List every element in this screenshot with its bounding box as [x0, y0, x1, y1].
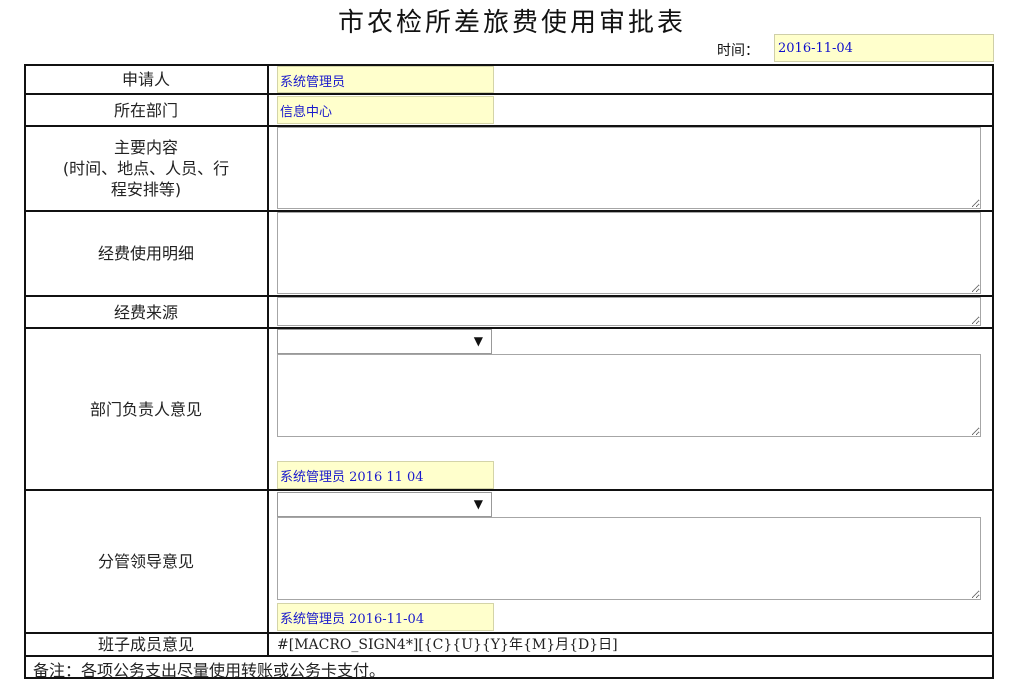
dept-head-label: 部门负责人意见	[89, 399, 202, 419]
team-macro-text: #[MACRO_SIGN4*][{C}{U}{Y}年{M}月{D}日]	[277, 637, 618, 653]
leader-signature: 系统管理员 2016-11-04	[277, 603, 494, 631]
content-textarea[interactable]	[277, 127, 981, 209]
fund-source-textarea[interactable]	[277, 297, 981, 326]
leader-label: 分管领导意见	[97, 552, 194, 571]
department-label: 所在部门	[113, 100, 178, 120]
dept-head-select[interactable]: ▼	[277, 329, 492, 354]
content-label-line: 主要内容	[113, 138, 178, 157]
dept-head-textarea[interactable]	[277, 354, 981, 437]
leader-textarea[interactable]	[277, 517, 981, 600]
expense-detail-label: 经费使用明细	[97, 244, 194, 263]
column-divider	[267, 64, 269, 655]
dropdown-arrow-icon: ▼	[473, 497, 483, 511]
leader-select[interactable]: ▼	[277, 492, 492, 517]
remark-note: 备注：各项公务支出尽量使用转账或公务卡支付。	[33, 661, 386, 680]
applicant-field[interactable]: 系统管理员	[277, 66, 494, 93]
content-label-line: (时间、地点、人员、行	[62, 159, 230, 178]
time-field[interactable]: 2016-11-04	[774, 34, 994, 62]
expense-detail-textarea[interactable]	[277, 212, 981, 294]
dept-head-signature: 系统管理员 2016 11 04	[277, 461, 494, 489]
fund-source-label: 经费来源	[113, 302, 178, 322]
applicant-label: 申请人	[121, 70, 170, 89]
dropdown-arrow-icon: ▼	[473, 334, 483, 348]
department-field[interactable]: 信息中心	[277, 96, 494, 124]
time-label: 时间：	[717, 43, 759, 59]
team-label: 班子成员意见	[97, 635, 194, 654]
content-label-line: 程安排等)	[110, 180, 182, 199]
content-label: 主要内容 (时间、地点、人员、行 程安排等)	[26, 127, 266, 210]
